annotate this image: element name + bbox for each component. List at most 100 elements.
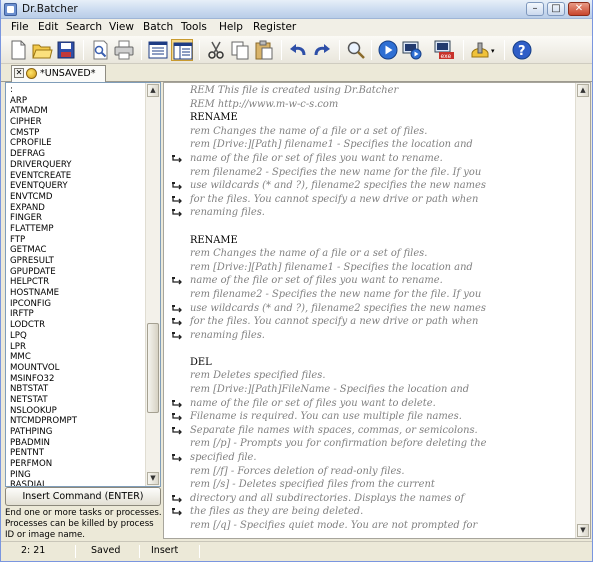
code-line-remark[interactable]: rem [/q] - Specifies quiet mode. You are… — [190, 519, 582, 533]
title-bar[interactable]: Dr.Batcher – □ ✕ — [1, 0, 592, 19]
command-list-item[interactable]: HOSTNAME — [10, 288, 146, 299]
command-list-item[interactable]: GPUPDATE — [10, 267, 146, 278]
command-list-item[interactable]: DEFRAG — [10, 149, 146, 160]
code-line-remark[interactable]: rem Changes the name of a file or a set … — [190, 125, 582, 139]
command-list-item[interactable]: HELPCTR — [10, 277, 146, 288]
command-list-item[interactable]: PENTNT — [10, 448, 146, 459]
code-editor[interactable]: REM This file is created using Dr.Batche… — [163, 82, 591, 539]
code-line-remark[interactable] — [190, 342, 582, 356]
command-list-item[interactable]: GETMAC — [10, 245, 146, 256]
command-list[interactable]: : ARP ATMADM CIPHER CMSTP CPROFILE DEFRAG DRIVE… — [10, 85, 146, 486]
maximize-button[interactable]: □ — [547, 2, 565, 16]
code-line-remark[interactable]: rem filename2 - Specifies the new name f… — [190, 166, 582, 180]
code-line-command[interactable]: RENAME — [190, 111, 582, 125]
code-line-remark[interactable]: REM This file is created using Dr.Batche… — [190, 84, 582, 98]
code-line-remark[interactable]: name of the file or set of files you wan… — [172, 397, 582, 411]
editor-text[interactable]: REM This file is created using Dr.Batche… — [172, 84, 582, 533]
code-line-remark[interactable]: use wildcards (* and ?), filename2 speci… — [172, 302, 582, 316]
command-list-item[interactable]: DRIVERQUERY — [10, 160, 146, 171]
close-button[interactable]: ✕ — [568, 2, 590, 16]
command-list-item[interactable]: NSLOOKUP — [10, 406, 146, 417]
new-file-button[interactable] — [7, 39, 29, 61]
command-list-item[interactable]: EVENTCREATE — [10, 171, 146, 182]
code-line-remark[interactable]: directory and all subdirectories. Displa… — [172, 492, 582, 506]
redo-button[interactable] — [311, 39, 333, 61]
code-line-remark[interactable]: for the files. You cannot specify a new … — [172, 193, 582, 207]
command-list-item[interactable]: EVENTQUERY — [10, 181, 146, 192]
command-list-item[interactable]: ATMADM — [10, 106, 146, 117]
command-list-item[interactable]: IPCONFIG — [10, 299, 146, 310]
tools-button[interactable]: ▾ — [469, 39, 499, 61]
code-line-remark[interactable]: rem [/f] - Forces deletion of read-only … — [190, 465, 582, 479]
cut-button[interactable] — [205, 39, 227, 61]
close-tab-icon[interactable]: ✕ — [14, 68, 24, 78]
command-list-scrollbar[interactable]: ▲ ▼ — [145, 83, 160, 486]
find-button[interactable] — [345, 39, 367, 61]
scroll-down-arrow[interactable]: ▼ — [577, 524, 589, 537]
code-line-command[interactable]: RENAME — [190, 234, 582, 248]
code-line-remark[interactable]: specified file. — [172, 451, 582, 465]
command-list-item[interactable]: MMC — [10, 352, 146, 363]
code-line-remark[interactable]: name of the file or set of files you wan… — [172, 152, 582, 166]
menu-batch[interactable]: Batch — [143, 21, 173, 33]
code-line-remark[interactable]: rem Changes the name of a file or a set … — [190, 247, 582, 261]
print-preview-button[interactable] — [89, 39, 111, 61]
command-list-item[interactable]: ENVTCMD — [10, 192, 146, 203]
command-list-item[interactable]: ARP — [10, 96, 146, 107]
command-list-item[interactable]: EXPAND — [10, 203, 146, 214]
command-list-item[interactable]: FTP — [10, 235, 146, 246]
command-list-item[interactable]: : — [10, 85, 146, 96]
insert-command-button[interactable]: Insert Command (ENTER) — [5, 487, 161, 506]
command-list-item[interactable]: PBADMIN — [10, 438, 146, 449]
command-list-item[interactable]: MOUNTVOL — [10, 363, 146, 374]
help-button[interactable]: ? — [511, 39, 533, 61]
editor-scrollbar[interactable]: ▲ ▼ — [575, 83, 590, 538]
debug-button[interactable] — [401, 39, 423, 61]
menu-view[interactable]: View — [109, 21, 134, 33]
code-line-command[interactable]: DEL — [190, 356, 582, 370]
open-button[interactable] — [31, 39, 53, 61]
command-list-item[interactable]: PING — [10, 470, 146, 481]
command-list-item[interactable]: LODCTR — [10, 320, 146, 331]
code-line-remark[interactable]: rem [Drive:][Path]FileName - Specifies t… — [190, 383, 582, 397]
scroll-thumb[interactable] — [147, 323, 159, 413]
code-line-remark[interactable]: Filename is required. You can use multip… — [172, 410, 582, 424]
command-list-item[interactable]: PERFMON — [10, 459, 146, 470]
command-list-item[interactable]: NTCMDPROMPT — [10, 416, 146, 427]
command-list-item[interactable]: CMSTP — [10, 128, 146, 139]
code-line-remark[interactable]: rem filename2 - Specifies the new name f… — [190, 288, 582, 302]
command-list-item[interactable]: NETSTAT — [10, 395, 146, 406]
command-list-item[interactable]: NBTSTAT — [10, 384, 146, 395]
code-line-remark[interactable]: rem [/p] - Prompts you for confirmation … — [190, 437, 582, 451]
code-line-remark[interactable]: renaming files. — [172, 206, 582, 220]
save-button[interactable] — [55, 39, 77, 61]
scroll-up-arrow[interactable]: ▲ — [577, 84, 589, 97]
code-line-remark[interactable]: the files as they are being deleted. — [172, 505, 582, 519]
menu-search[interactable]: Search — [66, 21, 102, 33]
scroll-up-arrow[interactable]: ▲ — [147, 84, 159, 97]
menu-edit[interactable]: Edit — [38, 21, 58, 33]
code-line-remark[interactable] — [190, 220, 582, 234]
build-exe-button[interactable]: exe — [433, 39, 455, 61]
view-mode-2-button[interactable] — [171, 39, 193, 61]
command-list-item[interactable]: FLATTEMP — [10, 224, 146, 235]
code-line-remark[interactable]: name of the file or set of files you wan… — [172, 274, 582, 288]
menu-help[interactable]: Help — [219, 21, 243, 33]
menu-tools[interactable]: Tools — [181, 21, 207, 33]
code-line-remark[interactable]: renaming files. — [172, 329, 582, 343]
paste-button[interactable] — [253, 39, 275, 61]
command-list-item[interactable]: PATHPING — [10, 427, 146, 438]
command-list-item[interactable]: CPROFILE — [10, 138, 146, 149]
code-line-remark[interactable]: for the files. You cannot specify a new … — [172, 315, 582, 329]
command-list-item[interactable]: FINGER — [10, 213, 146, 224]
code-line-remark[interactable]: rem Deletes specified files. — [190, 369, 582, 383]
view-mode-1-button[interactable] — [147, 39, 169, 61]
command-list-item[interactable]: LPQ — [10, 331, 146, 342]
run-button[interactable] — [377, 39, 399, 61]
command-list-item[interactable]: GPRESULT — [10, 256, 146, 267]
code-line-remark[interactable]: rem [Drive:][Path] filename1 - Specifies… — [190, 138, 582, 152]
code-line-remark[interactable]: Separate file names with spaces, commas,… — [172, 424, 582, 438]
command-list-item[interactable]: MSINFO32 — [10, 374, 146, 385]
code-line-remark[interactable]: use wildcards (* and ?), filename2 speci… — [172, 179, 582, 193]
copy-button[interactable] — [229, 39, 251, 61]
